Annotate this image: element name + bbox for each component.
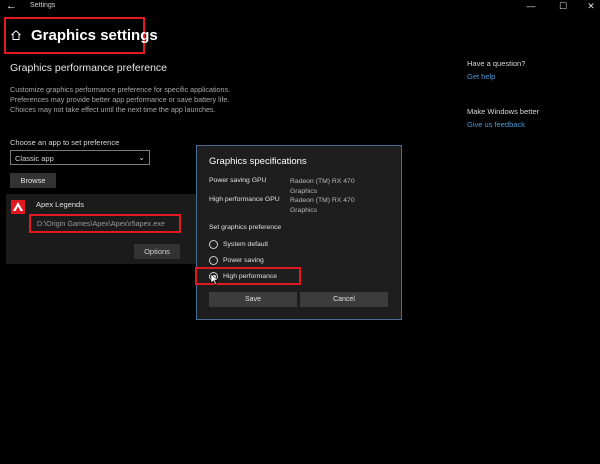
radio-system-default-label[interactable]: System default — [223, 241, 268, 248]
get-help-link[interactable]: Get help — [467, 72, 495, 81]
preference-label: Set graphics preference — [209, 224, 282, 231]
power-saving-gpu-label: Power saving GPU — [209, 177, 267, 184]
maximize-button[interactable]: ☐ — [556, 1, 570, 11]
dialog-title: Graphics specifications — [209, 156, 307, 167]
app-type-value: Classic app — [15, 154, 54, 163]
page-title: Graphics settings — [31, 27, 158, 44]
chevron-down-icon: ⌄ — [138, 153, 145, 162]
radio-power-saving[interactable] — [209, 256, 218, 265]
question-title: Have a question? — [467, 59, 526, 68]
apex-legends-icon — [11, 200, 25, 214]
make-windows-better-title: Make Windows better — [467, 107, 540, 116]
save-button[interactable]: Save — [209, 292, 297, 307]
minimize-button[interactable]: — — [524, 1, 538, 11]
description-text: Customize graphics performance preferenc… — [10, 85, 231, 114]
back-arrow-icon[interactable]: ← — [6, 1, 17, 12]
choose-app-label: Choose an app to set preference — [10, 138, 120, 147]
radio-system-default[interactable] — [209, 240, 218, 249]
high-performance-gpu-label: High performance GPU — [209, 196, 280, 203]
home-icon[interactable] — [10, 29, 22, 41]
cancel-button[interactable]: Cancel — [300, 292, 388, 307]
browse-button[interactable]: Browse — [10, 173, 56, 188]
section-title: Graphics performance preference — [10, 62, 167, 74]
app-name: Apex Legends — [36, 200, 84, 209]
mouse-cursor-icon — [210, 273, 219, 285]
power-saving-gpu-value: Radeon (TM) RX 470 Graphics — [290, 178, 355, 195]
options-button[interactable]: Options — [134, 244, 180, 259]
app-type-dropdown[interactable]: Classic app ⌄ — [10, 150, 150, 165]
high-performance-gpu-value: Radeon (TM) RX 470 Graphics — [290, 197, 355, 214]
give-feedback-link[interactable]: Give us feedback — [467, 120, 525, 129]
app-path: D:\Origin Games\Apex\Apex\r5apex.exe — [37, 219, 165, 228]
radio-power-saving-label[interactable]: Power saving — [223, 257, 264, 264]
window-title: Settings — [30, 2, 56, 9]
title-bar — [0, 0, 600, 14]
close-button[interactable]: ✕ — [584, 1, 598, 11]
